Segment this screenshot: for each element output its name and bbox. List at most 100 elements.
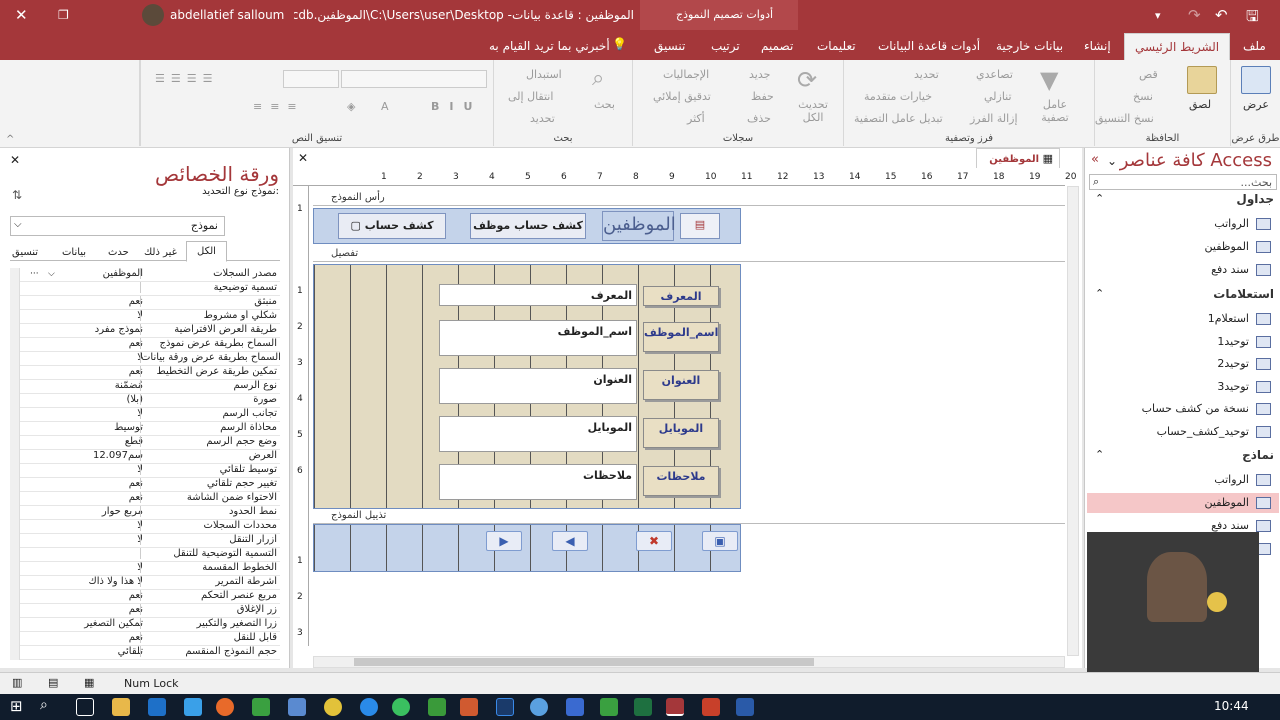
remove-sort-button[interactable]: إزالة الفرز (970, 112, 1018, 125)
property-row[interactable]: لا هذا ولا ذاك أشرطة التمرير (10, 576, 280, 590)
selection-button[interactable]: تحديد (914, 68, 939, 81)
property-value[interactable]: لا (28, 352, 146, 363)
horizontal-scrollbar[interactable] (313, 656, 1065, 668)
app-icon-blue[interactable] (288, 698, 306, 716)
font-color-icon[interactable]: A (381, 100, 389, 113)
property-row[interactable]: مربع حوار نمط الحدود (10, 506, 280, 520)
property-row[interactable]: نعم قابل للنقل (10, 632, 280, 646)
save-icon[interactable]: 🖫 (1246, 6, 1259, 31)
app-icon-circle[interactable] (530, 698, 548, 716)
property-value[interactable]: قطع (28, 436, 146, 447)
chevron-down-icon[interactable]: ⌵ (14, 219, 22, 230)
property-row[interactable]: نعم تمكين طريقة عرض التخطيط (10, 366, 280, 380)
property-row[interactable]: نعم مربع عنصر التحكم (10, 590, 280, 604)
nav-item[interactable]: سند دفع (1087, 260, 1279, 280)
property-row[interactable]: توسيط محاذاة الرسم (10, 422, 280, 436)
form-view-icon[interactable]: ▤ (48, 676, 58, 689)
property-value[interactable]: نعم (28, 366, 146, 377)
nav-group-header[interactable]: استعلامات (1213, 287, 1274, 301)
property-value[interactable]: الموظفين (28, 268, 146, 279)
property-value[interactable]: مربع حوار (28, 506, 146, 517)
view-icon[interactable] (1241, 66, 1271, 94)
collapse-chevron-icon[interactable]: ⌃ (1095, 448, 1104, 461)
font-name-box[interactable] (341, 70, 487, 88)
property-value[interactable]: مُضمّنة (28, 380, 146, 391)
property-row[interactable]: لا الخطوط المقسمة (10, 562, 280, 576)
tell-me-box[interactable]: أخبرني بما تريد القيام به (489, 39, 610, 53)
property-row[interactable]: (بلا) صورة (10, 394, 280, 408)
section-detail-bar[interactable]: تفصيل (313, 248, 1065, 262)
nav-search-input[interactable]: بحث... (1089, 174, 1277, 190)
delete-record-nav-button[interactable]: ✖ (636, 531, 672, 551)
nav-item[interactable]: الرواتب (1087, 214, 1279, 234)
field-textbox[interactable]: المعرف (439, 284, 637, 306)
nav-item[interactable]: الموظفين (1087, 493, 1279, 513)
dropdown-icon[interactable]: ⌵ (48, 269, 55, 279)
property-value[interactable]: نعم (28, 604, 146, 615)
next-record-button[interactable]: ▶ (486, 531, 522, 551)
shutter-bar-icon[interactable]: « (1091, 152, 1099, 167)
fill-color-icon[interactable]: ◈ (347, 100, 355, 113)
word-icon[interactable] (736, 698, 754, 716)
nav-menu-chevron-icon[interactable]: ⌄ (1107, 154, 1117, 168)
property-row[interactable]: لا السماح بطريقة عرض ورقة بيانات (10, 352, 280, 366)
close-icon[interactable]: ✕ (15, 6, 28, 24)
collapse-ribbon-icon[interactable]: ^ (6, 134, 14, 145)
employee-statement-button[interactable]: كشف حساب موظف (470, 213, 586, 239)
field-textbox[interactable]: ملاحظات (439, 464, 637, 500)
design-view-icon[interactable]: ▦ (84, 676, 94, 689)
field-textbox[interactable]: الموبايل (439, 416, 637, 452)
nav-item[interactable]: الموظفين (1087, 237, 1279, 257)
property-row[interactable]: تلقائي حجم النموذج المنقسم (10, 646, 280, 660)
windows-start-icon[interactable]: ⊞ (10, 697, 23, 715)
field-textbox[interactable]: العنوان (439, 368, 637, 404)
property-scrollbar[interactable] (10, 268, 20, 660)
horizontal-scroll-thumb[interactable] (354, 658, 814, 666)
property-value[interactable]: نعم (28, 590, 146, 601)
property-row[interactable]: قطع وضع حجم الرسم (10, 436, 280, 450)
tab-event-props[interactable]: حدث (108, 247, 129, 258)
property-row[interactable]: نعم زر الإغلاق (10, 604, 280, 618)
replace-button[interactable]: استبدال (526, 68, 562, 81)
nav-item[interactable]: توحيد3 (1087, 377, 1279, 397)
tab-all-props[interactable]: الكل (186, 241, 227, 262)
nav-item[interactable]: استعلام1 (1087, 309, 1279, 329)
layout-view-icon[interactable]: ▥ (12, 676, 22, 689)
access-icon[interactable] (666, 698, 684, 716)
field-textbox[interactable]: اسم_الموظف (439, 320, 637, 356)
find-button[interactable]: بحث (594, 98, 615, 111)
advanced-button[interactable]: خيارات متقدمة (864, 90, 932, 103)
property-row[interactable]: لا تجانب الرسم (10, 408, 280, 422)
property-row[interactable]: 12.097سم العرض (10, 450, 280, 464)
filter-button[interactable]: عامل تصفية (1040, 98, 1070, 124)
toggle-filter-button[interactable]: تبديل عامل التصفية (854, 112, 943, 125)
nav-group-header[interactable]: جداول (1236, 192, 1274, 206)
descending-button[interactable]: تنازلي (984, 90, 1012, 103)
whatsapp-icon[interactable] (392, 698, 410, 716)
section-footer-bar[interactable]: تذييل النموذج (313, 510, 1065, 524)
totals-button[interactable]: الإجماليات (663, 68, 709, 81)
app-icon-orange[interactable] (460, 698, 478, 716)
taskbar-search-icon[interactable]: ⌕ (40, 697, 48, 713)
customize-icon[interactable]: ▾ (1155, 9, 1161, 22)
app-icon-leaf[interactable] (428, 698, 446, 716)
edge-icon[interactable] (184, 698, 202, 716)
property-row[interactable]: مُضمّنة نوع الرسم (10, 380, 280, 394)
property-value[interactable]: لا (28, 534, 146, 545)
powerpoint-icon[interactable] (702, 698, 720, 716)
tab-arrange[interactable]: ترتيب (711, 39, 740, 53)
close-document-icon[interactable]: ✕ (298, 151, 308, 165)
nav-item[interactable]: نسخة من كشف حساب (1087, 399, 1279, 419)
field-label[interactable]: اسم_الموظف (643, 322, 719, 352)
property-value[interactable]: تمكين التصغير (28, 618, 146, 629)
vertical-scrollbar[interactable] (1067, 186, 1079, 656)
tab-create[interactable]: إنشاء (1084, 39, 1111, 53)
document-tab[interactable]: الموظفين ▦ (976, 148, 1060, 168)
goto-button[interactable]: انتقال إلى (508, 90, 553, 103)
property-value[interactable]: نعم (28, 632, 146, 643)
tab-design[interactable]: تصميم (761, 39, 793, 53)
cut-button[interactable]: قص (1139, 68, 1158, 81)
collapse-chevron-icon[interactable]: ⌃ (1095, 287, 1104, 300)
property-row[interactable]: تسمية توضيحية (10, 282, 280, 296)
sort-icon[interactable]: ⇅ (12, 188, 22, 202)
